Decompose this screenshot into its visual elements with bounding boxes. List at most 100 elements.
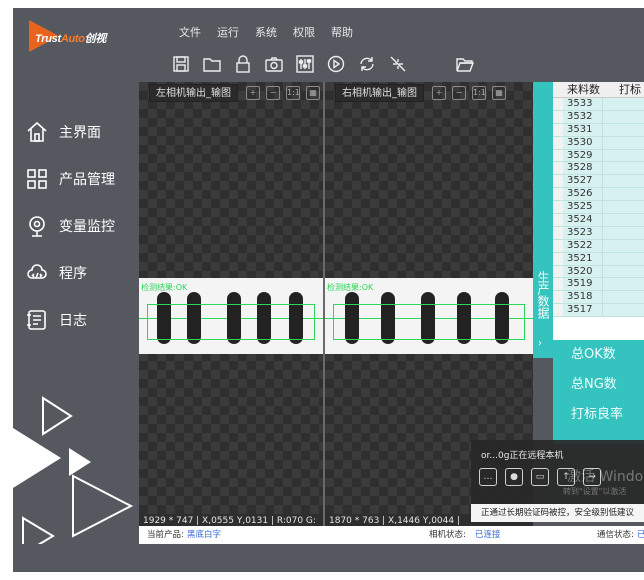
menu-run[interactable]: 运行 (209, 24, 247, 42)
table-cell: 3529 (563, 149, 603, 162)
table-row[interactable]: 3519 (553, 278, 644, 292)
table-row[interactable]: 3529 (553, 149, 644, 163)
no-signal-icon[interactable] (388, 54, 408, 74)
zoom-in-icon[interactable]: + (432, 86, 446, 100)
menu-permission[interactable]: 权限 (285, 24, 323, 42)
table-row[interactable]: 3517 (553, 304, 644, 318)
notification-title: or...0g正在远程本机 (481, 451, 564, 461)
menu-help[interactable]: 帮助 (323, 24, 361, 42)
monitor-icon (25, 214, 49, 238)
camera-status-label: 相机状态: (429, 530, 466, 540)
table-cell (603, 137, 644, 149)
open-folder-icon[interactable] (455, 54, 475, 74)
detection-box (147, 304, 315, 340)
camera-icon[interactable] (264, 54, 284, 74)
sidebar-item-variables[interactable]: 变量监控 (13, 202, 139, 249)
home-icon (25, 120, 49, 144)
table-row[interactable]: 3531 (553, 123, 644, 137)
table-row[interactable]: 3527 (553, 175, 644, 189)
table-cell (603, 111, 644, 123)
table-row[interactable]: 3525 (553, 201, 644, 215)
notification-bar: 正通过长期验证码被控，安全级别低建议 (471, 504, 644, 522)
row-header (553, 265, 563, 278)
table-row[interactable]: 3522 (553, 239, 644, 253)
product-label: 当前产品: (147, 530, 184, 540)
table-row[interactable]: 3532 (553, 110, 644, 124)
table-row[interactable]: 3523 (553, 226, 644, 240)
row-header (553, 149, 563, 162)
sidebar-item-main[interactable]: 主界面 (13, 108, 139, 155)
table-row[interactable]: 3520 (553, 265, 644, 279)
logo-text: TrustAuto创视 (35, 33, 107, 45)
camera-status-value: 已连接 (475, 530, 501, 540)
column-header[interactable]: 打标 (611, 82, 644, 97)
table-cell: 3525 (563, 201, 603, 214)
pane-title: 左相机输出_输图 (149, 84, 238, 102)
table-body: 3533 3532 3531 3530 3529 3528 3527 3526 3525 3524… (553, 98, 644, 318)
zoom-out-icon[interactable]: − (452, 86, 466, 100)
play-icon[interactable] (326, 54, 346, 74)
activation-watermark-sub: 转到"设置"以激活 (563, 487, 627, 496)
zoom-in-icon[interactable]: + (246, 86, 260, 100)
production-data-tab[interactable]: 生产数据 › (533, 82, 553, 358)
menu-file[interactable]: 文件 (171, 24, 209, 42)
table-header: 来料数 打标 (553, 82, 644, 98)
refresh-icon[interactable] (357, 54, 377, 74)
table-cell (603, 214, 644, 226)
camera-image: 检测结果:OK (325, 278, 533, 354)
pane-title: 右相机输出_输图 (335, 84, 424, 102)
table-cell (603, 266, 644, 278)
fit-icon[interactable]: 1:1 (286, 86, 300, 100)
table-cell (603, 162, 644, 174)
activation-watermark: 激活 Windows (567, 469, 644, 485)
fit-icon[interactable]: 1:1 (472, 86, 486, 100)
chevron-right-icon[interactable]: › (538, 334, 542, 354)
folder-icon[interactable] (202, 54, 222, 74)
table-cell: 3533 (563, 98, 603, 110)
table-cell: 3519 (563, 278, 603, 291)
left-camera-pane: 左相机输出_输图 + − 1:1 ▦ 检测结果:OK 1929 * 747 | … (139, 82, 323, 528)
table-cell: 3522 (563, 239, 603, 252)
app-window: TrustAuto创视 文件 运行 系统 权限 帮助 主界面 产品管理 变量监控… (13, 8, 644, 572)
sidebar-item-program[interactable]: 程序 (13, 249, 139, 296)
table-row[interactable]: 3518 (553, 291, 644, 305)
sidebar-item-log[interactable]: 日志 (13, 296, 139, 343)
sliders-icon[interactable] (295, 54, 315, 74)
grid-icon (25, 167, 49, 191)
table-row[interactable]: 3528 (553, 162, 644, 176)
status-bar: 当前产品: 黑底白字 相机状态: 已连接 通信状态: 已 (139, 526, 644, 544)
image-icon[interactable]: ▦ (306, 86, 320, 100)
lock-icon[interactable] (233, 54, 253, 74)
column-header[interactable]: 来料数 (563, 82, 611, 97)
image-icon[interactable]: ▦ (492, 86, 506, 100)
total-ng-label: 总NG数 (571, 377, 617, 392)
play-shape-icon (13, 428, 61, 488)
row-header (553, 226, 563, 239)
pane-header: 左相机输出_输图 + − 1:1 ▦ (139, 82, 323, 104)
sidebar-item-label: 程序 (59, 265, 87, 282)
product-value: 黑底白字 (187, 530, 222, 540)
chat-icon[interactable]: … (479, 468, 497, 486)
table-row[interactable]: 3533 (553, 98, 644, 111)
row-header (553, 278, 563, 291)
pane-tools: + − 1:1 ▦ (432, 86, 506, 100)
table-row[interactable]: 3521 (553, 252, 644, 266)
table-cell: 3524 (563, 214, 603, 226)
bottom-footer (13, 544, 165, 572)
sidebar-item-label: 变量监控 (59, 218, 115, 235)
screen-icon[interactable]: ▭ (531, 468, 549, 486)
table-cell (603, 253, 644, 265)
sidebar-item-product[interactable]: 产品管理 (13, 155, 139, 202)
zoom-out-icon[interactable]: − (266, 86, 280, 100)
menu-system[interactable]: 系统 (247, 24, 285, 42)
table-cell (603, 240, 644, 252)
table-cell: 3518 (563, 291, 603, 304)
table-cell: 3517 (563, 304, 603, 317)
detection-box (333, 304, 525, 340)
table-row[interactable]: 3524 (553, 214, 644, 227)
row-header (553, 188, 563, 201)
save-icon[interactable] (171, 54, 191, 74)
table-row[interactable]: 3526 (553, 188, 644, 202)
microphone-icon[interactable]: ● (505, 468, 523, 486)
table-row[interactable]: 3530 (553, 136, 644, 150)
